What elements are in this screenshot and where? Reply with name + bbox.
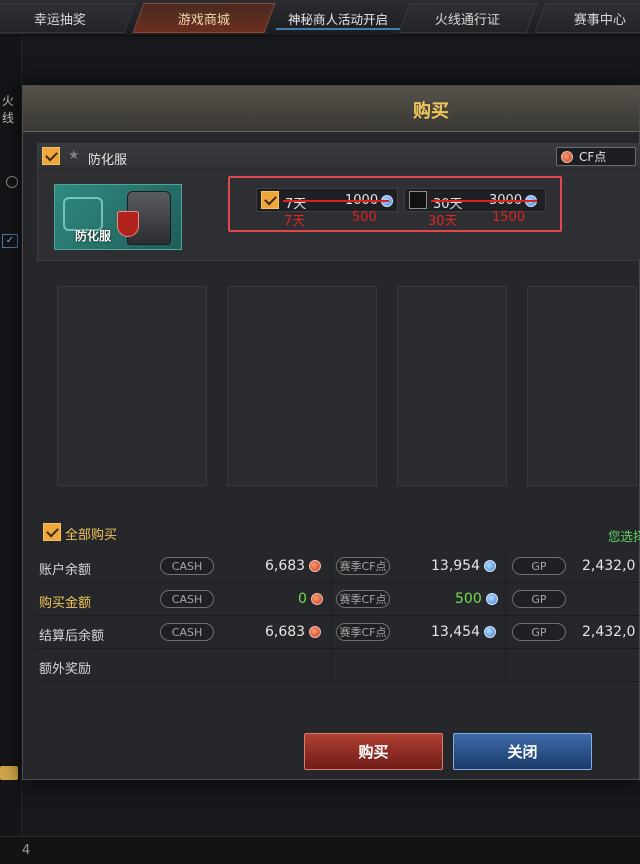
cf-gem-icon [484, 626, 496, 638]
cash-coin-icon [310, 593, 323, 605]
tab-mystery-merchant[interactable]: 神秘商人活动开启 [276, 8, 400, 30]
tab-event-center[interactable]: 赛事中心 [534, 3, 640, 33]
tab-game-mall[interactable]: 游戏商城 [132, 3, 276, 33]
price-strikethrough [283, 200, 389, 202]
duration-options: 7天 1000 7天 500 30天 3000 30天 1500 [228, 176, 562, 232]
gp-pill: GP [512, 623, 566, 641]
column-divider [331, 551, 332, 582]
top-nav: 幸运抽奖 游戏商城 神秘商人活动开启 火线通行证 赛事中心 [0, 0, 640, 36]
page-number: 4 [22, 843, 31, 858]
option-sale-price: 500 [352, 210, 377, 225]
option-30-days[interactable]: 30天 3000 [404, 188, 546, 212]
dialog-header: 购买 [23, 86, 639, 132]
column-divider [505, 617, 506, 648]
cf-value: 500 [455, 591, 498, 607]
column-divider [505, 650, 506, 681]
cf-pill: 赛季CF点 [336, 557, 390, 575]
close-button[interactable]: 关闭 [453, 733, 592, 770]
option-sale-duration: 30天 [428, 214, 458, 229]
cf-gem-icon [484, 560, 496, 572]
option-30-days-checkbox[interactable] [409, 191, 427, 209]
background-grid [37, 266, 640, 516]
cf-coin-icon [561, 150, 573, 163]
column-divider [331, 650, 332, 681]
dialog-title: 购买 [413, 101, 449, 122]
price-strikethrough [431, 200, 537, 202]
buy-all-checkbox[interactable] [43, 523, 61, 541]
item-image: 防化服 [54, 184, 182, 250]
gp-value: 2,432,0 [582, 558, 636, 574]
column-divider [331, 584, 332, 615]
option-7-days-checkbox[interactable] [261, 191, 279, 209]
selected-note: 您选择 [608, 529, 640, 544]
row-label: 账户余额 [39, 563, 92, 578]
cash-pill: CASH [160, 623, 214, 641]
item-select-checkbox[interactable] [42, 147, 60, 165]
cash-value: 6,683 [265, 558, 322, 574]
column-divider [331, 617, 332, 648]
sidebar-check-icon: ✓ [2, 234, 18, 248]
shield-icon [117, 211, 139, 237]
column-divider [505, 584, 506, 615]
item-card: ★ 防化服 CF点 防化服 7天 1000 7天 500 30天 3000 30… [37, 143, 640, 261]
cash-coin-icon [309, 560, 322, 572]
sidebar-toggle-icon [6, 176, 18, 188]
row-label: 结算后余额 [39, 629, 105, 644]
row-label: 额外奖励 [39, 662, 92, 677]
row-account-balance: 账户余额 CASH 6,683 赛季CF点 13,954 GP 2,432,0 [35, 551, 640, 583]
hexagon-icon [63, 197, 103, 231]
purchase-dialog: 购买 ★ 防化服 CF点 防化服 7天 1000 7天 500 30天 3000… [22, 85, 640, 780]
favorite-star-icon[interactable]: ★ [68, 148, 80, 163]
gp-value: 2,432,0 [582, 624, 636, 640]
background-sidebar: 火线 ✓ [0, 36, 22, 836]
item-image-label: 防化服 [75, 229, 112, 243]
cash-coin-icon [309, 626, 322, 638]
cash-pill: CASH [160, 590, 214, 608]
cash-pill: CASH [160, 557, 214, 575]
tab-battle-pass[interactable]: 火线通行证 [398, 3, 538, 33]
currency-tag: CF点 [556, 147, 636, 166]
item-header: ★ 防化服 CF点 [38, 144, 640, 170]
cf-gem-icon [485, 593, 498, 605]
gp-pill: GP [512, 590, 566, 608]
cf-value: 13,954 [431, 558, 496, 574]
cf-pill: 赛季CF点 [336, 623, 390, 641]
column-divider [505, 551, 506, 582]
gp-pill: GP [512, 557, 566, 575]
sidebar-fragment-text: 火线 [2, 94, 15, 125]
cash-value: 0 [298, 591, 323, 607]
cf-pill: 赛季CF点 [336, 590, 390, 608]
cf-value: 13,454 [431, 624, 496, 640]
cash-value: 6,683 [265, 624, 322, 640]
row-purchase-amount: 购买金额 CASH 0 赛季CF点 500 GP [35, 584, 640, 616]
buy-button[interactable]: 购买 [304, 733, 443, 770]
currency-tag-label: CF点 [579, 150, 607, 164]
row-balance-after: 结算后余额 CASH 6,683 赛季CF点 13,454 GP 2,432,0 [35, 617, 640, 649]
buy-all-label: 全部购买 [65, 528, 118, 543]
option-sale-price: 1500 [492, 210, 526, 225]
bottom-bar [0, 836, 640, 864]
menu-icon[interactable] [0, 766, 18, 780]
tab-lucky-draw[interactable]: 幸运抽奖 [0, 3, 136, 33]
option-sale-duration: 7天 [284, 214, 306, 229]
row-extra-reward: 额外奖励 [35, 650, 640, 682]
row-label: 购买金额 [39, 596, 92, 611]
item-name: 防化服 [88, 153, 128, 168]
option-7-days[interactable]: 7天 1000 [256, 188, 398, 212]
